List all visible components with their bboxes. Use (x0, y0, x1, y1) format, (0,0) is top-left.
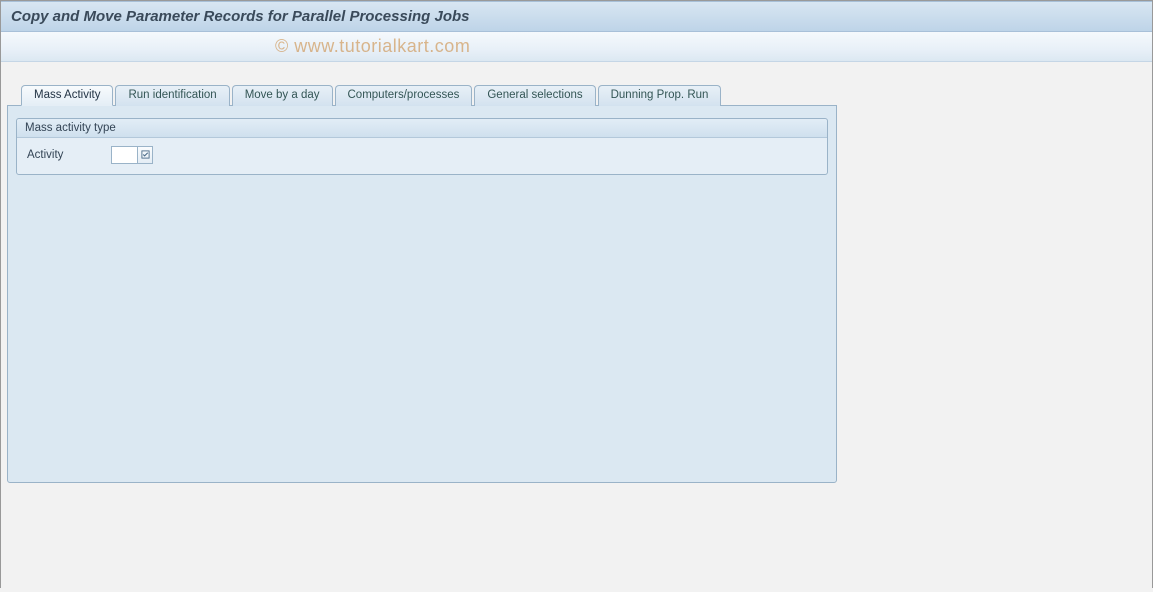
groupbox-mass-activity-type: Mass activity type Activity (16, 118, 828, 175)
page-title: Copy and Move Parameter Records for Para… (11, 8, 470, 25)
groupbox-title: Mass activity type (17, 119, 827, 138)
tab-label: Run identification (128, 89, 216, 101)
tab-label: Dunning Prop. Run (611, 89, 709, 101)
activity-value-help (111, 146, 153, 164)
activity-input[interactable] (111, 146, 137, 164)
groupbox-body: Activity (17, 138, 827, 174)
window-title-bar: Copy and Move Parameter Records for Para… (1, 1, 1152, 32)
tab-mass-activity[interactable]: Mass Activity (21, 85, 113, 106)
tab-dunning-prop-run[interactable]: Dunning Prop. Run (598, 85, 722, 106)
application-toolbar (1, 32, 1152, 62)
tab-computers-processes[interactable]: Computers/processes (335, 85, 473, 106)
tab-panel-mass-activity: Mass activity type Activity (7, 105, 837, 483)
tab-row: Mass Activity Run identification Move by… (7, 84, 837, 105)
tab-label: Move by a day (245, 89, 320, 101)
label-activity: Activity (27, 149, 63, 161)
tab-label: Mass Activity (34, 89, 100, 101)
tabstrip: Mass Activity Run identification Move by… (7, 84, 837, 483)
tab-label: Computers/processes (348, 89, 460, 101)
tab-general-selections[interactable]: General selections (474, 85, 595, 106)
tab-run-identification[interactable]: Run identification (115, 85, 229, 106)
content-area: Mass Activity Run identification Move by… (1, 62, 1152, 592)
search-help-icon (141, 148, 150, 162)
value-help-button[interactable] (137, 146, 153, 164)
tab-label: General selections (487, 89, 582, 101)
tab-move-by-a-day[interactable]: Move by a day (232, 85, 333, 106)
